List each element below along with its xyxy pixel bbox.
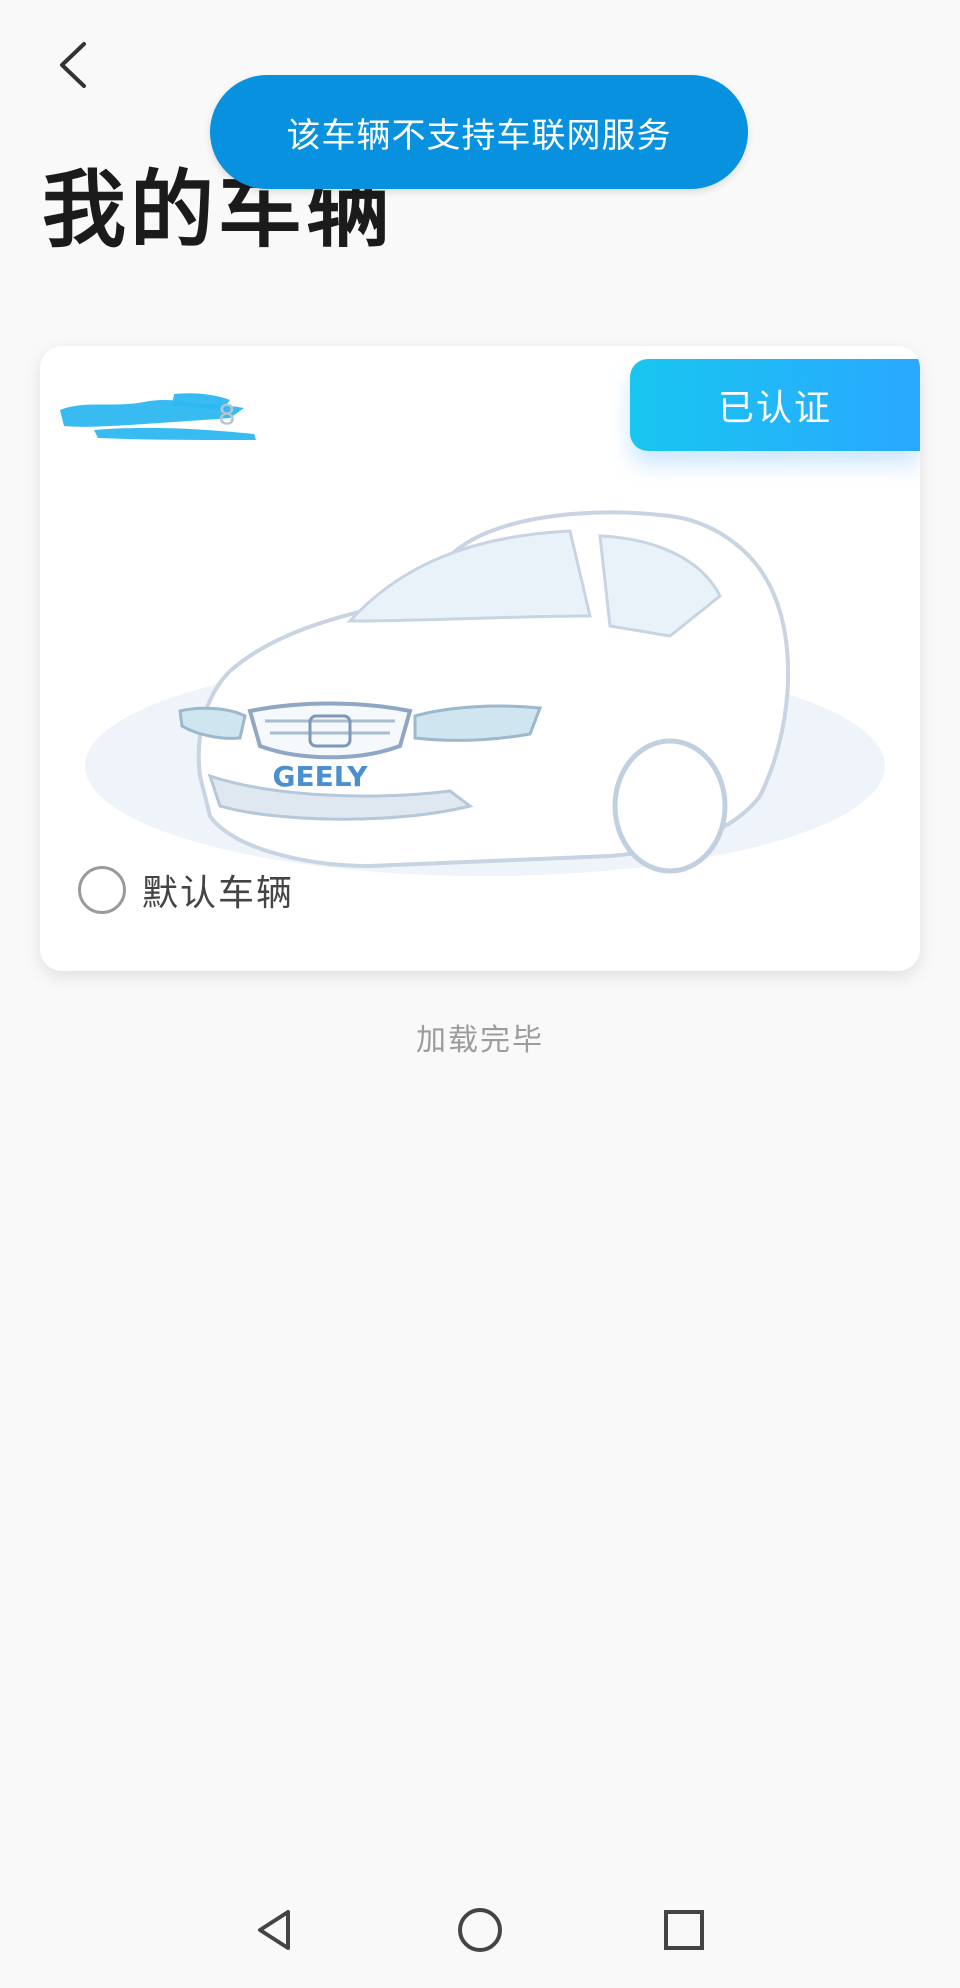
plate-number-suffix: 8 [218,398,236,431]
car-illustration: GEELY [85,510,885,876]
nav-home-button[interactable] [440,1890,520,1970]
certified-badge: 已认证 [630,359,920,451]
load-complete-text: 加载完毕 [416,1023,544,1058]
back-button[interactable] [40,30,110,100]
toast-message: 该车辆不支持车联网服务 [210,75,748,189]
vehicle-card[interactable]: 8 已认证 GEELY 默认车辆 [40,346,920,971]
triangle-back-icon [258,1910,290,1950]
default-vehicle-radio[interactable] [78,866,126,914]
square-recents-icon [664,1910,704,1950]
system-nav-bar [0,1890,960,1980]
plate-redaction-mark [60,393,256,440]
default-vehicle-label: 默认车辆 [142,873,295,914]
nav-recents-button[interactable] [644,1890,724,1970]
chevron-left-icon [60,42,86,88]
circle-home-icon [458,1908,502,1952]
nav-back-button[interactable] [236,1890,316,1970]
default-vehicle-option[interactable]: 默认车辆 [78,864,294,916]
brand-lettering: GEELY [273,760,369,793]
